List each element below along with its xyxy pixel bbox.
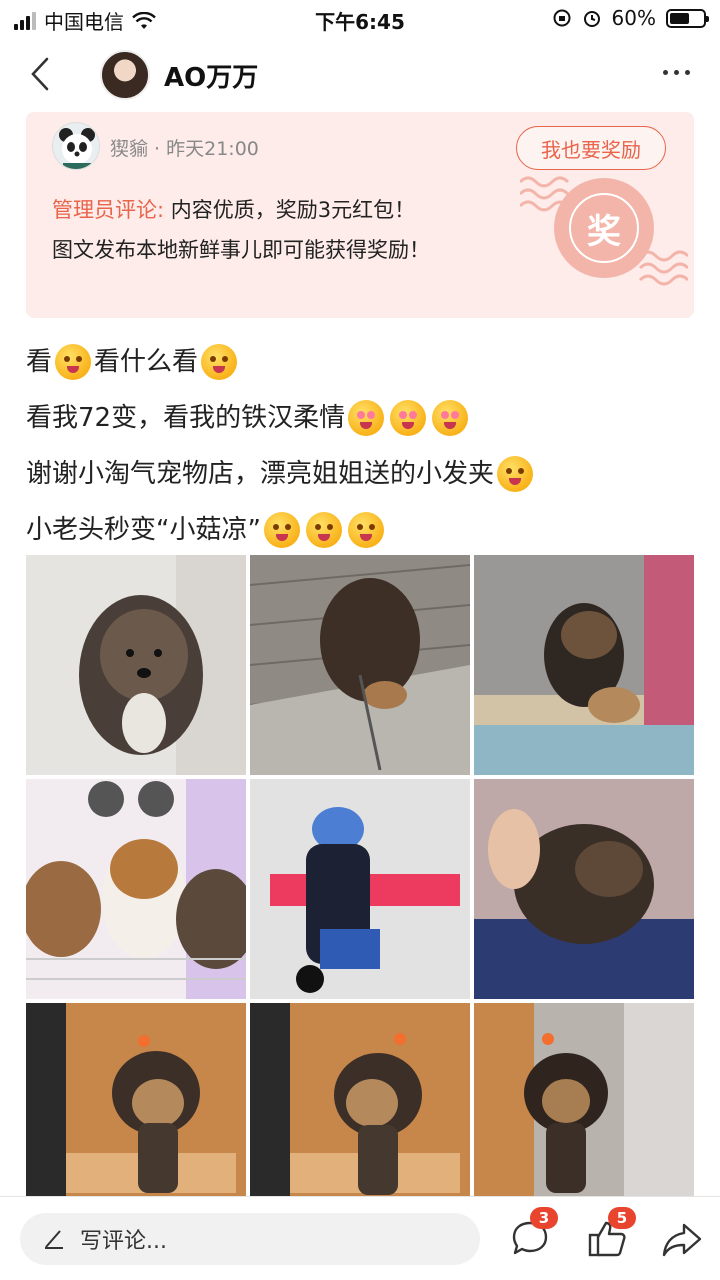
comment-count-badge: 3 (530, 1207, 558, 1229)
puppy-photo (474, 555, 694, 775)
battery-percent: 60% (611, 6, 656, 30)
kiss-emoji-icon (497, 456, 534, 492)
admin-comment-text: 内容优质，奖励3元红包！ (170, 198, 416, 222)
author-avatar[interactable] (100, 50, 150, 100)
puppy-photo (26, 779, 246, 999)
groomed-puppy-photo (474, 1003, 694, 1223)
star-struck-emoji-icon (432, 400, 469, 436)
photo-thumbnail[interactable] (26, 555, 246, 775)
post-line: 看我72变，看我的铁汉柔情 (26, 390, 696, 446)
grooming-photo (474, 779, 694, 999)
photo-thumbnail[interactable] (474, 779, 694, 999)
request-reward-button[interactable]: 我也要奖励 (516, 126, 666, 170)
post-text-segment: 看我72变，看我的铁汉柔情 (26, 403, 346, 433)
star-struck-emoji-icon (348, 400, 385, 436)
stamp-char: 奖 (569, 193, 639, 263)
author-name[interactable]: AO万万 (164, 57, 258, 94)
puppy-photo (250, 555, 470, 775)
comment-input[interactable]: 写评论... (20, 1213, 480, 1265)
back-button[interactable] (22, 52, 58, 96)
post-line: 小老头秒变“小菇凉” (26, 502, 696, 558)
admin-comment: 管理员评论: 内容优质，奖励3元红包！ 图文发布本地新鲜事儿即可能获得奖励！ (52, 190, 522, 270)
chevron-left-icon (31, 57, 49, 91)
grooming-photo (250, 779, 470, 999)
smirk-emoji-icon (55, 344, 92, 380)
groomed-puppy-photo (26, 1003, 246, 1223)
post-line: 谢谢小淘气宠物店，漂亮姐姐送的小发夹 (26, 446, 696, 502)
photo-thumbnail[interactable] (474, 555, 694, 775)
status-bar: 中国电信 下午6:45 60% (0, 0, 720, 38)
battery-icon (666, 8, 709, 28)
photo-thumbnail[interactable] (474, 1003, 694, 1223)
magnifier-emoji-icon (201, 344, 238, 380)
photo-thumbnail[interactable] (250, 779, 470, 999)
groomed-puppy-photo (250, 1003, 470, 1223)
reward-stamp-icon: 奖 (554, 178, 654, 278)
panda-icon (59, 128, 95, 169)
comments-button[interactable]: 3 (508, 1207, 558, 1261)
like-count-badge: 5 (608, 1207, 636, 1229)
battery-fill (670, 12, 690, 24)
post-line: 看 看什么看 (26, 334, 696, 390)
puppy-photo (26, 555, 246, 775)
like-button[interactable]: 5 (586, 1207, 636, 1261)
star-struck-emoji-icon (390, 400, 427, 436)
photo-thumbnail[interactable] (250, 555, 470, 775)
reward-card: 猰貐 · 昨天21:00 我也要奖励 奖 管理员评论: 内容优质，奖励3元红包！… (26, 112, 694, 318)
nav-bar: AO万万 (0, 40, 720, 110)
post-body: 看 看什么看 看我72变，看我的铁汉柔情 谢谢小淘气宠物店，漂亮姐姐送的小发夹 … (26, 334, 696, 558)
photo-thumbnail[interactable] (26, 779, 246, 999)
bottom-action-bar: 写评论... 3 5 (0, 1196, 720, 1280)
comment-placeholder: 写评论... (80, 1229, 167, 1254)
post-text-segment: 看 (26, 347, 53, 377)
pen-icon (45, 1230, 63, 1249)
giggle-emoji-icon (263, 512, 300, 548)
photo-thumbnail[interactable] (250, 1003, 470, 1223)
admin-avatar[interactable] (52, 122, 100, 170)
post-text-segment: 谢谢小淘气宠物店，漂亮姐姐送的小发夹 (26, 459, 495, 489)
more-options-button[interactable] (663, 70, 690, 75)
share-button[interactable] (660, 1217, 704, 1261)
share-arrow-icon (662, 1223, 702, 1257)
reward-note: 图文发布本地新鲜事儿即可能获得奖励！ (52, 238, 430, 262)
photo-thumbnail[interactable] (26, 1003, 246, 1223)
admin-name-time: 猰貐 · 昨天21:00 (110, 138, 259, 160)
rotation-lock-icon (553, 9, 571, 27)
post-text-segment: 看什么看 (94, 347, 199, 377)
admin-comment-label: 管理员评论: (52, 198, 165, 222)
post-text-segment: 小老头秒变“小菇凉” (26, 515, 261, 545)
photo-grid (26, 555, 694, 1223)
giggle-emoji-icon (305, 512, 342, 548)
alarm-icon (583, 11, 600, 27)
giggle-emoji-icon (347, 512, 384, 548)
